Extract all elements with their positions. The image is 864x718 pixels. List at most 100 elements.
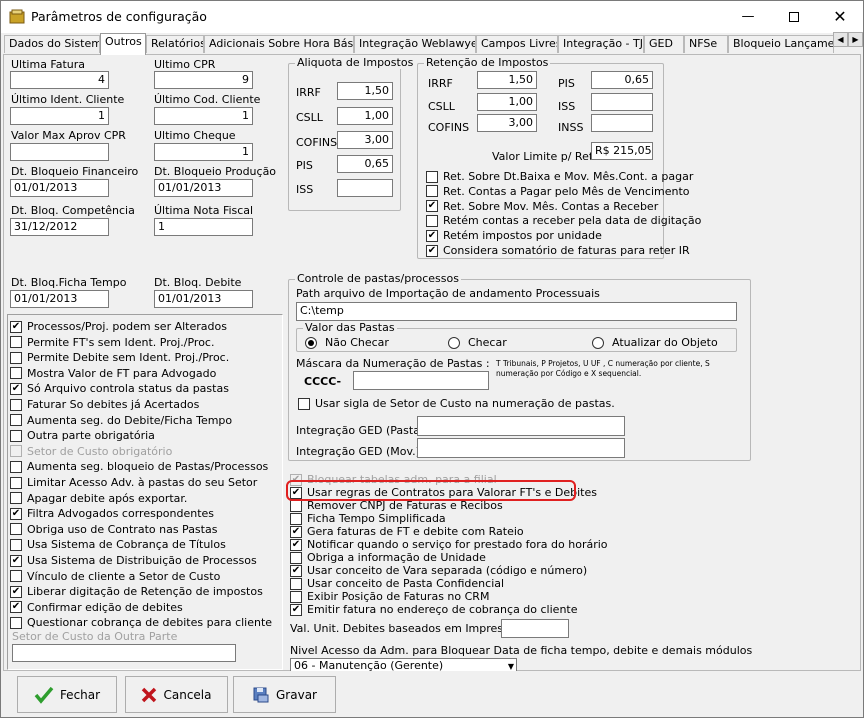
left-checkbox-label: Vínculo de cliente a Setor de Custo xyxy=(27,569,221,583)
ret-iss-field[interactable] xyxy=(591,93,653,111)
left-checkbox-9[interactable]: Aumenta seg. bloqueio de Pastas/Processo… xyxy=(10,459,268,474)
ret-pis-field[interactable]: 0,65 xyxy=(591,71,653,89)
left-checkbox-4[interactable]: ✔ Só Arquivo controla status da pastas xyxy=(10,381,229,396)
ultimo-cpr-field[interactable]: 9 xyxy=(154,71,253,89)
path-import-field[interactable]: C:\temp xyxy=(296,302,737,321)
retencao-checkbox-5[interactable]: ✔ Considera somatório de faturas para ret… xyxy=(426,243,690,258)
tab-integracao-weblawyer[interactable]: Integração Weblawyer xyxy=(354,35,476,53)
tab-scroll-right-button[interactable]: ▶ xyxy=(848,32,863,47)
left-checkbox-19[interactable]: Questionar cobrança de debites para clie… xyxy=(10,615,272,630)
left-checkbox-6[interactable]: Aumenta seg. do Debite/Ficha Tempo xyxy=(10,413,232,428)
retencao-checkbox-0[interactable]: Ret. Sobre Dt.Baixa e Mov. Mês.Cont. a p… xyxy=(426,169,693,184)
tab-integracao-tj[interactable]: Integração - TJ xyxy=(558,35,644,53)
dt-bloqueio-financeiro-field[interactable]: 01/01/2013 xyxy=(10,179,109,197)
ultimo-ident-cliente-field[interactable]: 1 xyxy=(10,107,109,125)
tab-relatorios[interactable]: Relatórios xyxy=(146,35,204,53)
left-checkbox-8[interactable]: Setor de Custo obrigatório xyxy=(10,444,172,459)
left-checkbox-1[interactable]: Permite FT's sem Ident. Proj./Proc. xyxy=(10,335,214,350)
checkmark-icon: ✔ xyxy=(10,382,22,395)
left-checkbox-14[interactable]: Usa Sistema de Cobrança de Títulos xyxy=(10,537,226,552)
dt-bloqueio-producao-field[interactable]: 01/01/2013 xyxy=(154,179,253,197)
ultima-nota-fiscal-field[interactable]: 1 xyxy=(154,218,253,236)
setor-outra-parte-field[interactable] xyxy=(12,644,236,662)
ged-pasta-field[interactable] xyxy=(417,416,625,436)
ret-inss-field[interactable] xyxy=(591,114,653,132)
dt-bloq-competencia-field[interactable]: 31/12/2012 xyxy=(10,218,109,236)
tab-nfse[interactable]: NFSe xyxy=(684,35,728,53)
left-checkbox-16[interactable]: Vínculo de cliente a Setor de Custo xyxy=(10,569,220,584)
mascara-field[interactable] xyxy=(353,371,489,390)
dt-bloq-ficha-tempo-field[interactable]: 01/01/2013 xyxy=(10,290,109,308)
ret-cofins-label: COFINS xyxy=(428,121,470,134)
left-checkbox-18[interactable]: ✔ Confirmar edição de debites xyxy=(10,600,183,615)
tab-ged[interactable]: GED xyxy=(644,35,684,53)
dt-bloqueio-financeiro-label: Dt. Bloqueio Financeiro xyxy=(11,165,139,178)
checkbox-box xyxy=(10,398,22,411)
checkbox-box xyxy=(10,523,22,536)
valor-limite-field[interactable]: R$ 215,05 xyxy=(591,142,653,160)
radio-checar[interactable]: Checar xyxy=(448,335,507,350)
checkmark-icon: ✔ xyxy=(290,538,302,551)
left-checkbox-17[interactable]: ✔ Liberar digitação de Retenção de impost… xyxy=(10,584,263,599)
ret-irrf-field[interactable]: 1,50 xyxy=(477,71,537,89)
ged-mov-field[interactable] xyxy=(417,438,625,458)
retencao-checkbox-3[interactable]: Retém contas a receber pela data de digi… xyxy=(426,213,701,228)
left-checkbox-13[interactable]: Obriga uso de Contrato nas Pastas xyxy=(10,522,217,537)
left-checkbox-label: Confirmar edição de debites xyxy=(27,600,183,614)
minimize-button[interactable]: — xyxy=(725,1,771,32)
fechar-button[interactable]: Fechar xyxy=(17,676,117,713)
ultimo-cheque-field[interactable]: 1 xyxy=(154,143,253,161)
ret-csll-field[interactable]: 1,00 xyxy=(477,93,537,111)
left-checkbox-10[interactable]: Limitar Acesso Adv. à pastas do seu Seto… xyxy=(10,475,257,490)
left-checkbox-2[interactable]: Permite Debite sem Ident. Proj./Proc. xyxy=(10,350,229,365)
cancela-button[interactable]: Cancela xyxy=(125,676,228,713)
maximize-button[interactable] xyxy=(771,1,817,32)
aliq-pis-field[interactable]: 0,65 xyxy=(337,155,393,173)
aliq-csll-field[interactable]: 1,00 xyxy=(337,107,393,125)
left-checkbox-label: Apagar debite após exportar. xyxy=(27,491,188,505)
ultimo-cod-cliente-field[interactable]: 1 xyxy=(154,107,253,125)
left-checkbox-12[interactable]: ✔ Filtra Advogados correspondentes xyxy=(10,506,214,521)
left-checkbox-3[interactable]: Mostra Valor de FT para Advogado xyxy=(10,366,216,381)
left-checkbox-7[interactable]: Outra parte obrigatória xyxy=(10,428,155,443)
sigla-setor-checkbox[interactable]: Usar sigla de Setor de Custo na numeraçã… xyxy=(298,396,615,411)
tab-adicionais[interactable]: Adicionais Sobre Hora Básica xyxy=(204,35,354,53)
gravar-label: Gravar xyxy=(276,687,317,702)
aliq-cofins-label: COFINS xyxy=(296,136,338,149)
checkbox-box xyxy=(290,577,302,590)
left-checkbox-11[interactable]: Apagar debite após exportar. xyxy=(10,491,187,506)
close-button[interactable]: ✕ xyxy=(817,1,863,32)
left-checkbox-15[interactable]: ✔ Usa Sistema de Distribuição de Processo… xyxy=(10,553,257,568)
tab-bloqueio-lancamento[interactable]: Bloqueio Lançament xyxy=(728,35,834,53)
left-checkbox-5[interactable]: Faturar So debites já Acertados xyxy=(10,397,199,412)
title-bar: Parâmetros de configuração — ✕ xyxy=(1,1,863,33)
aliq-cofins-field[interactable]: 3,00 xyxy=(337,131,393,149)
radio-atualizar-objeto[interactable]: Atualizar do Objeto xyxy=(592,335,718,350)
retencao-checkbox-label: Considera somatório de faturas para rete… xyxy=(443,244,690,257)
tab-outros[interactable]: Outros xyxy=(100,33,146,55)
right-checkbox-10[interactable]: ✔ Emitir fatura no endereço de cobrança d… xyxy=(290,602,578,617)
valor-max-aprov-field[interactable] xyxy=(10,143,109,161)
cancela-label: Cancela xyxy=(163,687,212,702)
ret-cofins-field[interactable]: 3,00 xyxy=(477,114,537,132)
sigla-setor-label: Usar sigla de Setor de Custo na numeraçã… xyxy=(315,397,615,410)
retencao-checkbox-2[interactable]: ✔ Ret. Sobre Mov. Mês. Contas a Receber xyxy=(426,199,658,214)
checkmark-icon: ✔ xyxy=(426,229,438,242)
tab-campos-livres[interactable]: Campos Livres xyxy=(476,35,558,53)
dt-bloq-debite-label: Dt. Bloq. Debite xyxy=(154,276,242,289)
aliq-irrf-field[interactable]: 1,50 xyxy=(337,82,393,100)
ultima-fatura-field[interactable]: 4 xyxy=(10,71,109,89)
radio-nao-checar[interactable]: Não Checar xyxy=(305,335,389,350)
checkbox-box xyxy=(10,429,22,442)
dt-bloqueio-producao-label: Dt. Bloqueio Produção xyxy=(154,165,277,178)
aliq-iss-field[interactable] xyxy=(337,179,393,197)
gravar-button[interactable]: Gravar xyxy=(233,676,336,713)
left-checkbox-label: Liberar digitação de Retenção de imposto… xyxy=(27,585,263,599)
val-unit-field[interactable] xyxy=(501,619,569,638)
retencao-checkbox-4[interactable]: ✔ Retém impostos por unidade xyxy=(426,228,602,243)
tab-dados-sistema[interactable]: Dados do Sistema xyxy=(4,35,100,53)
dt-bloq-debite-field[interactable]: 01/01/2013 xyxy=(154,290,253,308)
tab-scroll-left-button[interactable]: ◀ xyxy=(833,32,848,47)
retencao-checkbox-1[interactable]: Ret. Contas a Pagar pelo Mês de Vencimen… xyxy=(426,184,690,199)
left-checkbox-0[interactable]: ✔ Processos/Proj. podem ser Alterados xyxy=(10,319,227,334)
